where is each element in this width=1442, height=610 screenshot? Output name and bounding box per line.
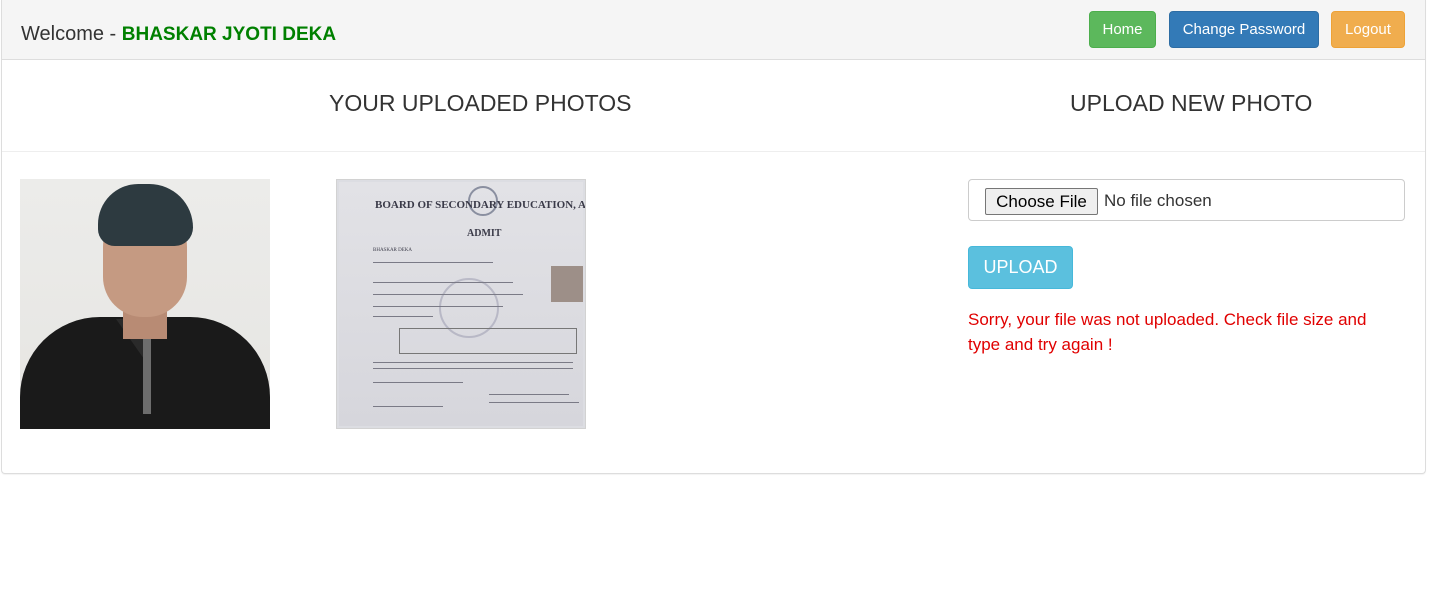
doc-line xyxy=(373,262,493,263)
upload-button[interactable]: UPLOAD xyxy=(968,246,1073,289)
home-button[interactable]: Home xyxy=(1089,11,1156,48)
admit-card-title: BOARD OF SECONDARY EDUCATION, ASSAM xyxy=(375,199,586,211)
user-name: BHASKAR JYOTI DEKA xyxy=(121,24,337,45)
doc-line xyxy=(489,402,579,403)
photo-placket xyxy=(143,339,151,414)
admit-card-heading: ADMIT xyxy=(467,228,502,239)
upload-new-photo-title: UPLOAD NEW PHOTO xyxy=(1070,90,1313,116)
doc-line xyxy=(373,406,443,407)
uploaded-photos-title: YOUR UPLOADED PHOTOS xyxy=(329,90,632,116)
file-status-text: No file chosen xyxy=(1104,191,1212,210)
admit-card-name: BHASKAR DEKA xyxy=(373,248,413,253)
photo-hair xyxy=(98,184,193,246)
admit-card-table xyxy=(399,328,577,354)
doc-line xyxy=(373,382,463,383)
choose-file-button[interactable]: Choose File xyxy=(985,188,1098,215)
admit-card-photo xyxy=(551,266,583,302)
section-headings: YOUR UPLOADED PHOTOS UPLOAD NEW PHOTO xyxy=(2,60,1425,152)
uploaded-photo-admit-card: BOARD OF SECONDARY EDUCATION, ASSAM ADMI… xyxy=(336,179,586,429)
uploaded-photo-portrait xyxy=(20,179,270,429)
doc-line xyxy=(373,362,573,363)
doc-line xyxy=(373,306,503,307)
doc-line xyxy=(373,294,523,295)
doc-line xyxy=(373,282,513,283)
welcome-prefix: Welcome - xyxy=(21,23,122,45)
doc-line xyxy=(373,316,433,317)
logout-button[interactable]: Logout xyxy=(1331,11,1405,48)
welcome-text: Welcome - BHASKAR JYOTI DEKA xyxy=(21,23,336,46)
doc-line xyxy=(373,368,573,369)
upload-error-message: Sorry, your file was not uploaded. Check… xyxy=(968,310,1367,354)
admit-card-sheet: BOARD OF SECONDARY EDUCATION, ASSAM ADMI… xyxy=(339,182,586,426)
doc-line xyxy=(489,394,569,395)
file-input[interactable]: Choose File No file chosen xyxy=(968,179,1405,221)
change-password-button[interactable]: Change Password xyxy=(1169,11,1319,48)
